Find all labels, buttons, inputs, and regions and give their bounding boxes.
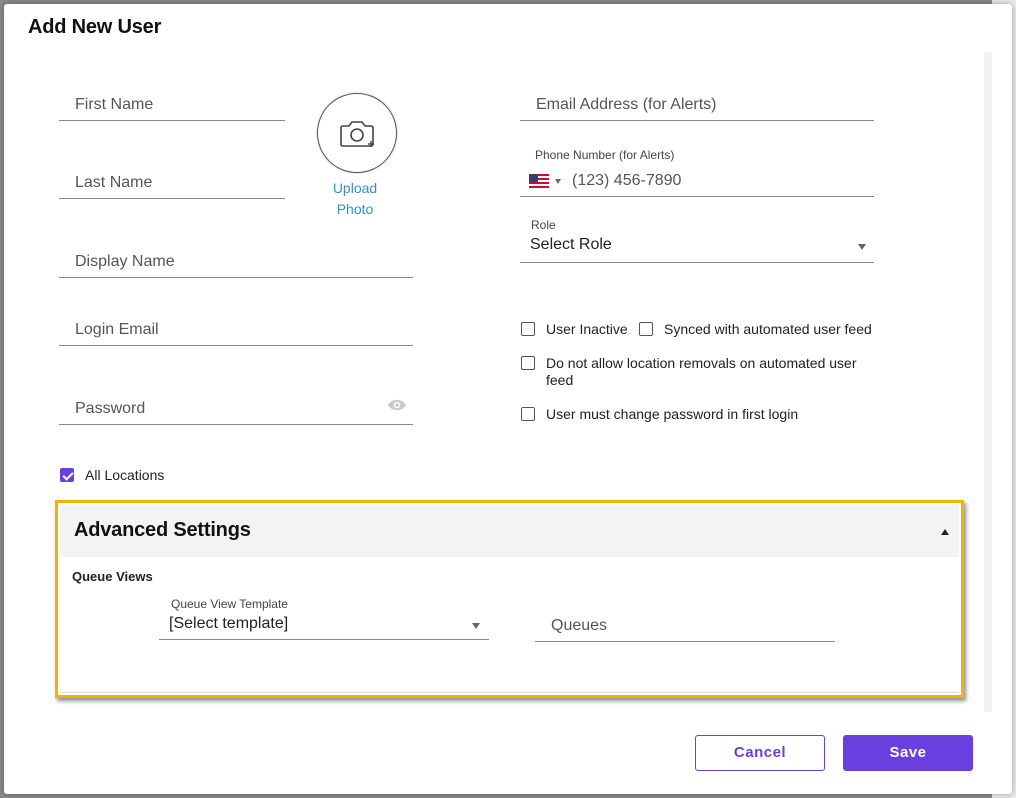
avatar-upload[interactable] bbox=[317, 93, 397, 173]
collapse-up-icon[interactable] bbox=[941, 529, 949, 535]
all-locations-checkbox[interactable] bbox=[60, 468, 74, 482]
role-select[interactable]: Select Role bbox=[520, 234, 874, 263]
synced-feed-checkbox[interactable] bbox=[639, 322, 653, 336]
all-locations-label: All Locations bbox=[85, 467, 165, 483]
phone-placeholder: (123) 456-7890 bbox=[572, 172, 682, 189]
email-alerts-placeholder: Email Address (for Alerts) bbox=[536, 96, 717, 113]
eye-icon[interactable] bbox=[387, 398, 407, 412]
login-email-field[interactable]: Login Email bbox=[59, 319, 413, 346]
last-name-field[interactable]: Last Name bbox=[59, 172, 285, 199]
template-chevron-down-icon bbox=[472, 623, 480, 629]
no-location-removal-label: Do not allow location removals on automa… bbox=[546, 355, 857, 388]
must-change-password-checkbox[interactable] bbox=[521, 407, 535, 421]
cancel-button[interactable]: Cancel bbox=[695, 735, 825, 771]
country-chevron-down-icon[interactable] bbox=[555, 179, 561, 184]
email-alerts-field[interactable]: Email Address (for Alerts) bbox=[520, 94, 874, 121]
user-inactive-checkbox[interactable] bbox=[521, 322, 535, 336]
us-flag-icon[interactable] bbox=[529, 174, 549, 188]
add-user-dialog: Add New User First Name Last Name Displa… bbox=[4, 4, 1012, 794]
role-value: Select Role bbox=[530, 236, 612, 253]
camera-icon bbox=[340, 121, 374, 147]
scrollbar-track[interactable] bbox=[984, 52, 992, 712]
must-change-password-label: User must change password in first login bbox=[546, 406, 799, 422]
queues-placeholder: Queues bbox=[551, 617, 608, 634]
advanced-settings-title: Advanced Settings bbox=[74, 519, 251, 541]
no-location-removal-checkbox[interactable] bbox=[521, 356, 535, 370]
upload-link-line1: Upload bbox=[332, 180, 378, 196]
advanced-settings-panel: Advanced Settings Queue Views Queue View… bbox=[55, 500, 964, 698]
role-label: Role bbox=[531, 218, 556, 232]
first-name-field[interactable]: First Name bbox=[59, 94, 285, 121]
password-placeholder: Password bbox=[75, 400, 146, 417]
advanced-settings-body: Queue Views Queue View Template [Select … bbox=[60, 557, 959, 693]
last-name-placeholder: Last Name bbox=[75, 174, 153, 191]
queue-view-template-value: [Select template] bbox=[169, 615, 289, 632]
queue-views-heading: Queue Views bbox=[72, 569, 153, 584]
queue-view-template-label: Queue View Template bbox=[171, 597, 288, 611]
display-name-field[interactable]: Display Name bbox=[59, 251, 413, 278]
save-button[interactable]: Save bbox=[843, 735, 973, 771]
password-field[interactable]: Password bbox=[59, 398, 413, 425]
phone-field[interactable]: (123) 456-7890 bbox=[520, 166, 874, 197]
role-chevron-down-icon bbox=[858, 244, 866, 250]
dialog-title: Add New User bbox=[28, 16, 162, 38]
user-inactive-label: User Inactive bbox=[546, 321, 628, 337]
upload-link-line2: Photo bbox=[336, 201, 374, 217]
display-name-placeholder: Display Name bbox=[75, 253, 175, 270]
upload-photo-link[interactable]: Upload Photo bbox=[322, 178, 388, 220]
queues-field[interactable]: Queues bbox=[535, 615, 835, 642]
advanced-settings-header[interactable]: Advanced Settings bbox=[60, 505, 959, 557]
synced-feed-label: Synced with automated user feed bbox=[664, 321, 872, 337]
queue-view-template-select[interactable]: [Select template] bbox=[159, 613, 489, 640]
first-name-placeholder: First Name bbox=[75, 96, 154, 113]
login-email-placeholder: Login Email bbox=[75, 321, 159, 338]
phone-label: Phone Number (for Alerts) bbox=[535, 148, 675, 162]
